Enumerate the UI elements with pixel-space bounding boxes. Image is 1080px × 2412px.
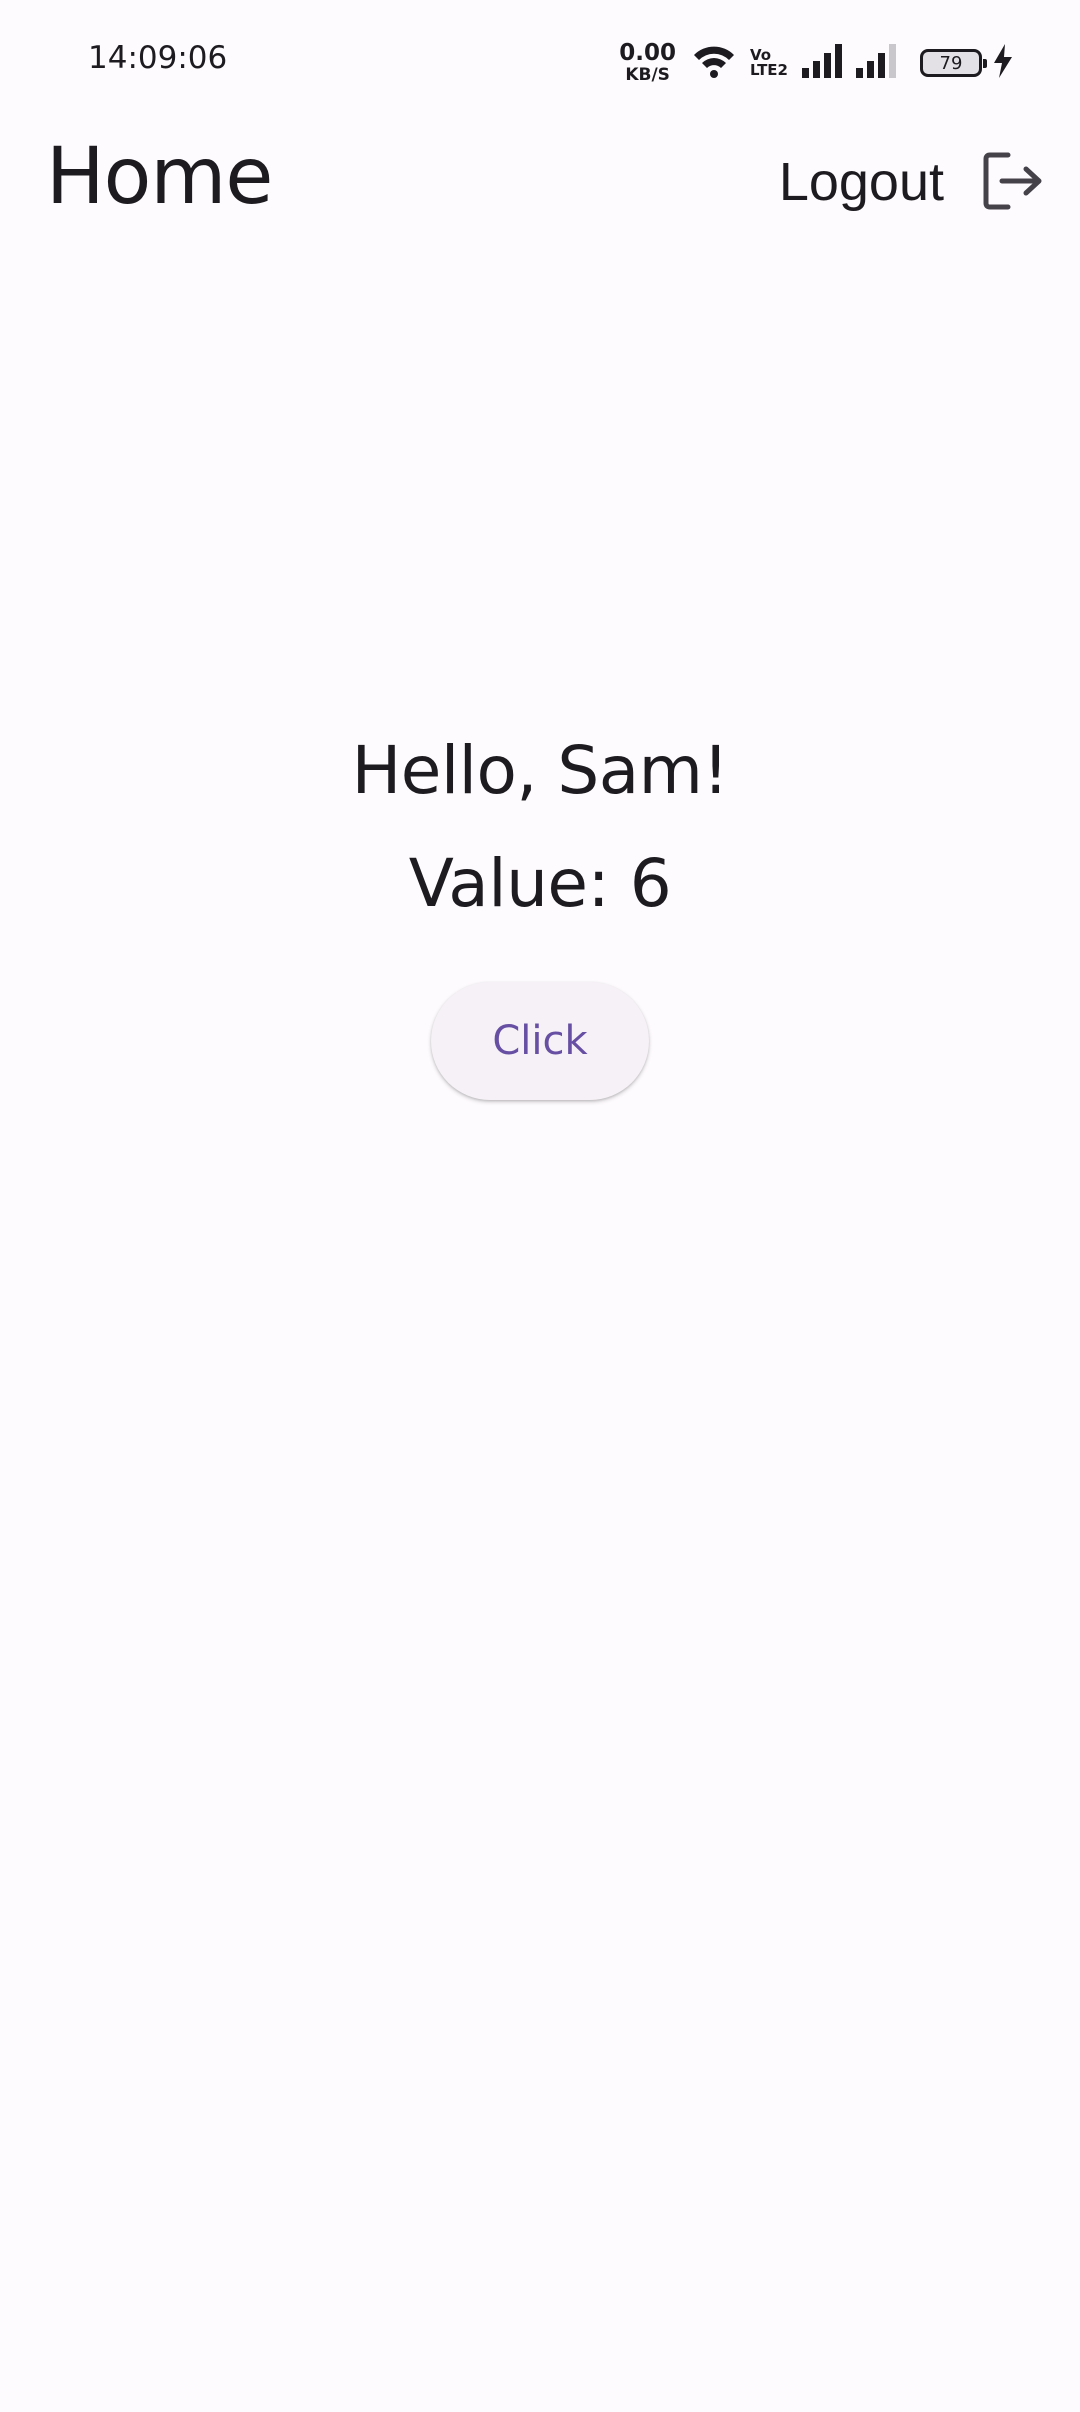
value-text: Value: 6 — [408, 845, 672, 922]
volte-indicator: Vo LTE2 — [750, 48, 788, 78]
signal-icon — [856, 44, 900, 82]
network-speed: 0.00 KB/S — [619, 42, 676, 84]
network-speed-value: 0.00 — [619, 40, 676, 66]
charging-icon — [992, 44, 1014, 82]
battery-icon: 79 — [920, 49, 987, 77]
battery-level: 79 — [939, 52, 963, 74]
click-button[interactable]: Click — [431, 982, 649, 1100]
volte-bottom-label: LTE2 — [750, 61, 788, 79]
logout-label: Logout — [778, 152, 944, 212]
main-content: Hello, Sam! Value: 6 Click — [0, 700, 1080, 1100]
network-speed-unit: KB/S — [625, 65, 670, 85]
greeting-text: Hello, Sam! — [351, 732, 729, 809]
page-title: Home — [46, 132, 273, 222]
app-bar: Home Logout — [0, 120, 1080, 240]
logout-button[interactable]: Logout — [779, 142, 1044, 222]
wifi-icon — [692, 43, 736, 83]
status-time: 14:09:06 — [88, 40, 228, 76]
logout-icon[interactable] — [982, 151, 1044, 214]
status-icons: 0.00 KB/S Vo LTE2 79 — [619, 38, 1014, 88]
screen: 14:09:06 0.00 KB/S Vo LTE2 79 Home Logou… — [0, 0, 1080, 2412]
signal-icon — [802, 44, 846, 82]
status-bar: 14:09:06 0.00 KB/S Vo LTE2 79 — [0, 0, 1080, 120]
